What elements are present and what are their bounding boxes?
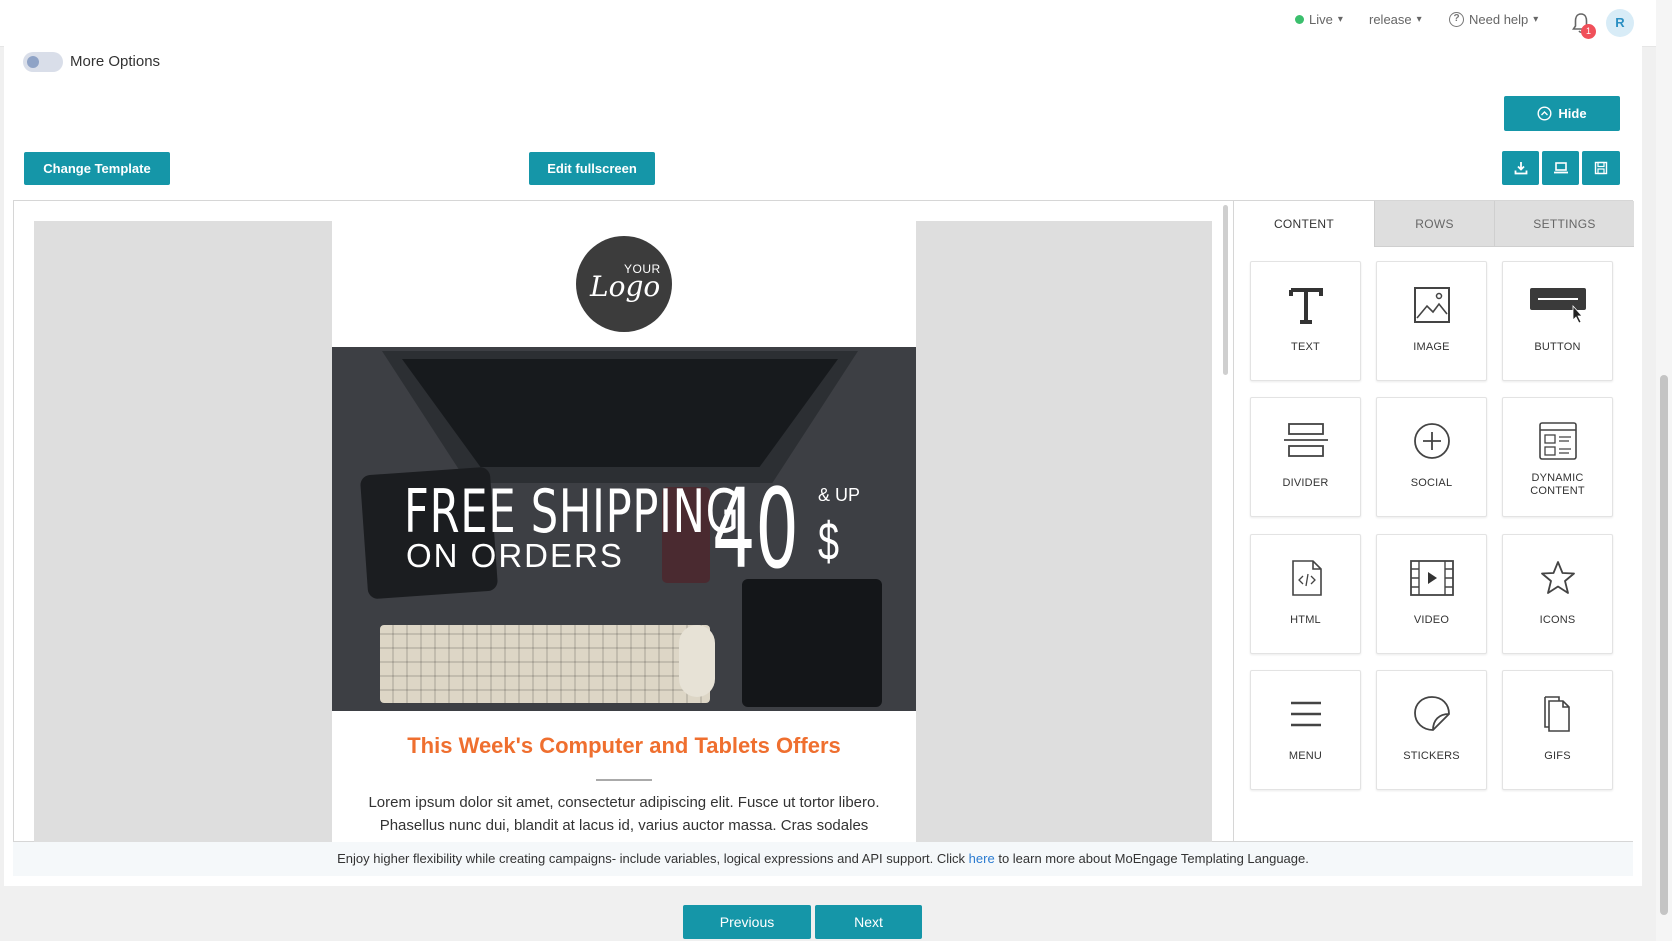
notice-text-after: to learn more about MoEngage Templating …: [998, 851, 1309, 866]
dynamic-content-icon: [1539, 422, 1577, 460]
page-scrollbar-thumb[interactable]: [1660, 375, 1668, 915]
chevron-down-icon: ▾: [1533, 14, 1539, 25]
more-options-label: More Options: [70, 53, 161, 70]
tile-label-text: TEXT: [1291, 341, 1320, 353]
offer-title[interactable]: This Week's Computer and Tablets Offers: [332, 733, 916, 759]
tab-settings[interactable]: SETTINGS: [1494, 201, 1634, 247]
hero-subheadline: ON ORDERS: [406, 537, 624, 574]
tile-label-menu: MENU: [1288, 750, 1323, 762]
hero-image[interactable]: FREE SHIPPING ON ORDERS 40 & UP $: [332, 347, 916, 711]
tile-label-video: VIDEO: [1413, 614, 1450, 626]
tile-label-dynamic-content: DYNAMIC CONTENT: [1530, 472, 1585, 497]
content-tile-stickers[interactable]: STICKERS: [1376, 670, 1487, 790]
question-icon: ?: [1449, 12, 1464, 27]
previous-button[interactable]: Previous: [683, 905, 811, 939]
toggle-knob: [27, 56, 39, 68]
download-icon: [1514, 162, 1527, 175]
tile-label-image: IMAGE: [1413, 341, 1450, 353]
offer-text[interactable]: Lorem ipsum dolor sit amet, consectetur …: [352, 791, 896, 837]
save-button[interactable]: [1582, 151, 1620, 185]
editor-scrollbar[interactable]: [1222, 201, 1230, 843]
hero-up-text: & UP: [818, 485, 861, 505]
user-avatar[interactable]: R: [1606, 9, 1634, 37]
editor-scrollbar-thumb[interactable]: [1223, 205, 1228, 375]
need-help-dropdown[interactable]: ? Need help ▾: [1449, 12, 1538, 27]
content-tile-html[interactable]: HTML: [1250, 534, 1361, 654]
tile-label-html: HTML: [1290, 614, 1321, 626]
keyboard-shape: [380, 625, 710, 703]
sidebar-tabs: CONTENT ROWS SETTINGS: [1234, 201, 1634, 247]
tile-label-divider: DIVIDER: [1282, 477, 1329, 489]
tab-rows[interactable]: ROWS: [1374, 201, 1494, 247]
release-label: release: [1369, 12, 1412, 27]
email-canvas[interactable]: YOUR Logo FREE SHIPPING ON ORDERS 40 & U…: [34, 221, 1212, 843]
content-tile-image[interactable]: IMAGE: [1376, 261, 1487, 381]
preview-button[interactable]: [1542, 151, 1579, 185]
content-sidebar: CONTENT ROWS SETTINGS TEXT IMAGE BUTTON …: [1233, 201, 1634, 841]
download-button[interactable]: [1502, 151, 1539, 185]
content-tile-social[interactable]: SOCIAL: [1376, 397, 1487, 517]
email-body[interactable]: YOUR Logo FREE SHIPPING ON ORDERS 40 & U…: [332, 221, 916, 843]
release-dropdown[interactable]: release ▾: [1369, 12, 1422, 27]
notice-text-before: Enjoy higher flexibility while creating …: [337, 851, 966, 866]
text-icon: [1289, 288, 1323, 324]
chevron-down-icon: ▾: [1416, 14, 1422, 25]
hide-label: Hide: [1558, 106, 1587, 121]
content-tile-icons[interactable]: ICONS: [1502, 534, 1613, 654]
html-icon: [1292, 560, 1322, 596]
image-icon: [1414, 287, 1450, 323]
more-options-toggle[interactable]: [23, 52, 63, 72]
live-label: Live: [1309, 12, 1333, 27]
video-icon: [1410, 560, 1454, 596]
button-icon: [1530, 288, 1586, 324]
content-tile-divider[interactable]: DIVIDER: [1250, 397, 1361, 517]
page-scrollbar[interactable]: [1656, 0, 1672, 941]
tab-content[interactable]: CONTENT: [1234, 201, 1374, 247]
need-help-label: Need help: [1469, 12, 1529, 27]
tile-label-stickers: STICKERS: [1403, 750, 1460, 762]
chevron-up-circle-icon: [1537, 106, 1552, 121]
drawing-pad-shape: [742, 579, 882, 707]
sticker-icon: [1414, 696, 1450, 731]
change-template-button[interactable]: Change Template: [24, 152, 170, 185]
logo-image[interactable]: YOUR Logo: [576, 236, 672, 332]
hero-amount: 40: [712, 465, 799, 593]
live-environment-dropdown[interactable]: Live ▾: [1295, 12, 1343, 27]
menu-icon: [1291, 701, 1321, 727]
hide-button[interactable]: Hide: [1504, 96, 1620, 131]
logo-main-text: Logo: [590, 270, 661, 303]
content-tile-video[interactable]: VIDEO: [1376, 534, 1487, 654]
templating-notice: Enjoy higher flexibility while creating …: [13, 842, 1633, 876]
star-icon: [1541, 561, 1575, 594]
notice-here-link[interactable]: here: [969, 851, 995, 866]
live-status-dot: [1295, 15, 1304, 24]
top-bar: Live ▾ release ▾ ? Need help ▾ 1 R: [0, 0, 1656, 47]
next-button[interactable]: Next: [815, 905, 922, 939]
tile-label-icons: ICONS: [1539, 614, 1576, 626]
laptop-icon: [1553, 162, 1568, 174]
edit-fullscreen-button[interactable]: Edit fullscreen: [529, 152, 655, 185]
social-icon: [1414, 423, 1450, 459]
hero-currency: $: [818, 512, 840, 572]
content-tile-button[interactable]: BUTTON: [1502, 261, 1613, 381]
tile-label-button: BUTTON: [1534, 341, 1581, 353]
tile-label-gifs: GIFS: [1544, 750, 1571, 762]
notification-badge: 1: [1581, 24, 1596, 39]
tile-label-social: SOCIAL: [1410, 477, 1453, 489]
content-tile-dynamic-content[interactable]: DYNAMIC CONTENT: [1502, 397, 1613, 517]
chevron-down-icon: ▾: [1337, 14, 1343, 25]
divider-icon: [1284, 423, 1328, 457]
email-editor: YOUR Logo FREE SHIPPING ON ORDERS 40 & U…: [13, 200, 1634, 843]
floppy-disk-icon: [1594, 161, 1608, 175]
content-tile-text[interactable]: TEXT: [1250, 261, 1361, 381]
offer-divider: [596, 779, 652, 781]
content-tile-menu[interactable]: MENU: [1250, 670, 1361, 790]
gif-icon: [1544, 696, 1570, 732]
mouse-shape: [679, 625, 715, 697]
content-tile-gifs[interactable]: GIFS: [1502, 670, 1613, 790]
